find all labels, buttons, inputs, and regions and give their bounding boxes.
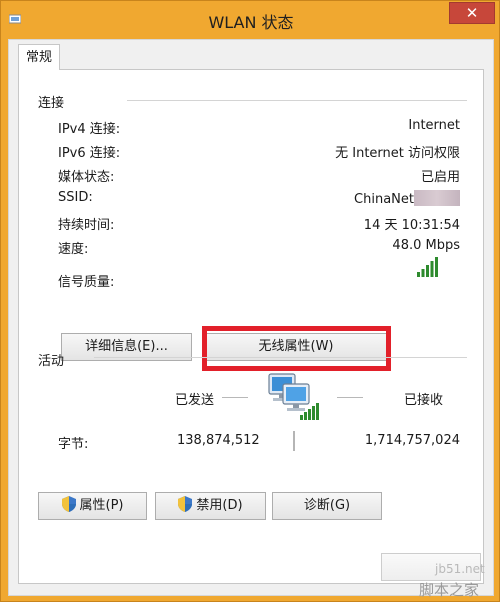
- activity-group-divider: [94, 357, 467, 358]
- title-bar[interactable]: WLAN 状态 ✕: [1, 1, 500, 37]
- window-title: WLAN 状态: [208, 13, 294, 32]
- bytes-received-value: 1,714,757,024: [364, 433, 460, 448]
- watermark-site: jb51.net: [435, 562, 485, 576]
- duration-label: 持续时间:: [58, 218, 115, 233]
- received-connector-line: [337, 397, 363, 398]
- received-label: 已接收: [404, 393, 444, 408]
- diagnose-button[interactable]: 诊断(G): [272, 492, 382, 520]
- bytes-sent-value: 138,874,512: [177, 433, 260, 448]
- sent-connector-line: [222, 397, 248, 398]
- uac-shield-icon: [61, 496, 76, 512]
- network-computers-icon: [268, 373, 319, 420]
- signal-quality-label: 信号质量:: [58, 275, 115, 290]
- uac-shield-icon: [178, 496, 193, 512]
- signal-strength-icon: [417, 257, 438, 277]
- close-icon: ✕: [465, 4, 479, 22]
- dialog-client-area: 常规 连接 IPv4 连接: Internet IPv6 连接: 无 Inter…: [8, 39, 494, 596]
- general-tab-panel: 连接 IPv4 连接: Internet IPv6 连接: 无 Internet…: [18, 69, 484, 584]
- ipv4-value: Internet: [408, 118, 460, 133]
- disable-button[interactable]: 禁用(D): [155, 492, 266, 520]
- connection-group-divider: [127, 100, 467, 101]
- close-button[interactable]: ✕: [449, 2, 495, 24]
- connection-group-title: 连接: [38, 96, 65, 111]
- ipv4-label: IPv4 连接:: [58, 122, 121, 137]
- activity-group-title: 活动: [38, 354, 65, 369]
- ssid-label: SSID:: [58, 190, 93, 205]
- ipv6-label: IPv6 连接:: [58, 146, 121, 161]
- sent-label: 已发送: [175, 393, 215, 408]
- watermark-brand: 脚本之家: [419, 581, 480, 599]
- highlight-annotation-box: [202, 326, 391, 371]
- media-state-value: 已启用: [420, 170, 460, 185]
- media-state-label: 媒体状态:: [58, 170, 115, 185]
- disable-button-label: 禁用(D): [196, 498, 243, 513]
- bytes-divider: [293, 431, 295, 451]
- ssid-redacted-blur: [414, 190, 460, 206]
- tab-general[interactable]: 常规: [18, 44, 60, 70]
- ipv6-value: 无 Internet 访问权限: [335, 146, 460, 161]
- duration-value: 14 天 10:31:54: [363, 218, 460, 233]
- properties-button[interactable]: 属性(P): [38, 492, 147, 520]
- properties-button-label: 属性(P): [79, 498, 124, 513]
- wlan-status-window: WLAN 状态 ✕ 常规 连接 IPv4 连接: Internet IPv6 连…: [0, 0, 500, 602]
- bytes-label: 字节:: [58, 437, 89, 452]
- speed-value: 48.0 Mbps: [392, 238, 460, 253]
- ssid-value: ChinaNet: [354, 190, 460, 207]
- speed-label: 速度:: [58, 242, 89, 257]
- ssid-text: ChinaNet: [354, 192, 414, 207]
